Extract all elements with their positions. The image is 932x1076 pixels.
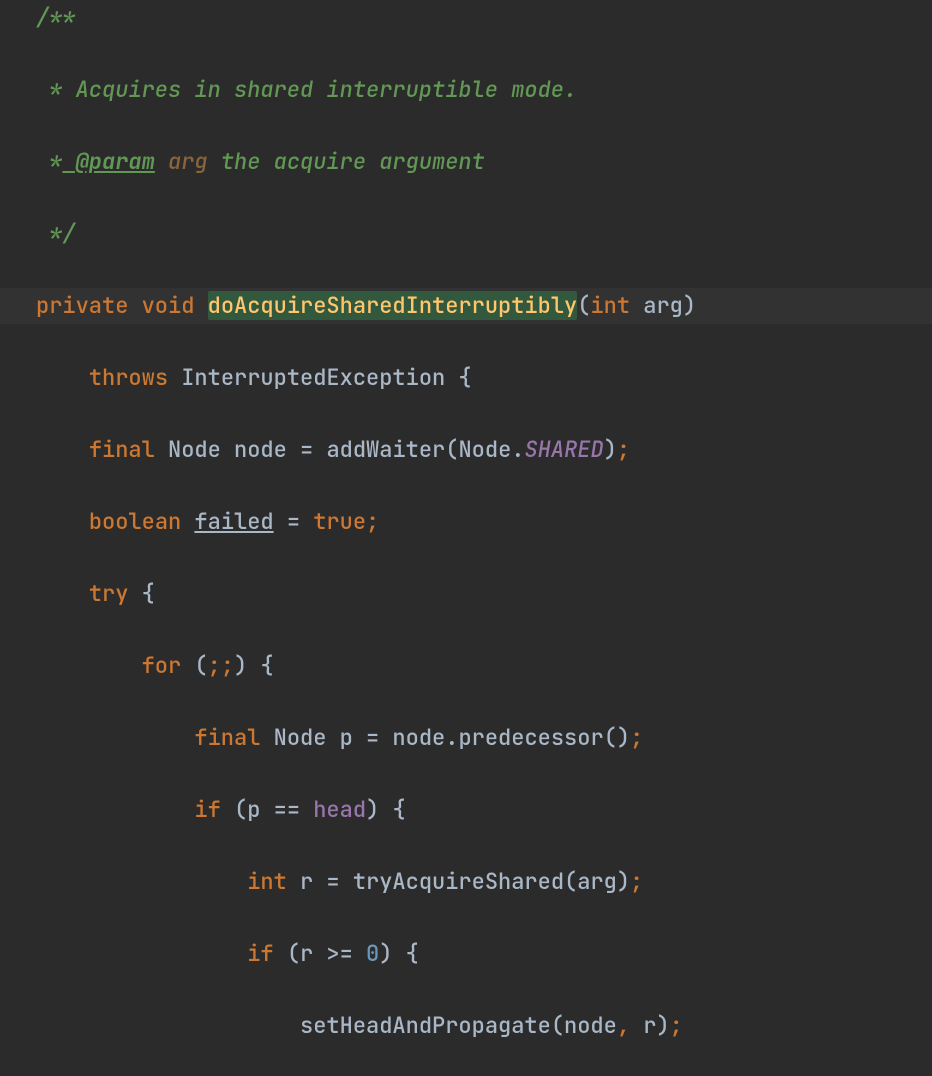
type-node: Node xyxy=(260,723,339,752)
type-node: Node xyxy=(155,435,234,464)
javadoc-param-desc: the acquire argument xyxy=(208,147,485,176)
javadoc-tag-param: @param xyxy=(62,147,154,176)
ref-r: r xyxy=(300,939,326,968)
var-node: node xyxy=(234,435,300,464)
throws-type: InterruptedException xyxy=(168,363,458,392)
sp xyxy=(247,651,260,680)
semi: ; xyxy=(630,867,643,896)
brace-open: { xyxy=(458,363,471,392)
paren-open: ( xyxy=(604,723,617,752)
op-assign: = xyxy=(366,723,379,752)
semi: ; xyxy=(630,723,643,752)
ref-p: p xyxy=(247,795,273,824)
paren-open: ( xyxy=(194,651,207,680)
num-zero: 0 xyxy=(366,939,379,968)
sp xyxy=(300,507,313,536)
call-setheadandpropagate: setHeadAndPropagate xyxy=(300,1011,551,1040)
sp xyxy=(300,795,313,824)
ref-r: r xyxy=(643,1011,656,1040)
kw-throws: throws xyxy=(89,363,168,392)
sp xyxy=(274,507,287,536)
javadoc-close: */ xyxy=(36,219,76,248)
comma: , xyxy=(617,1011,630,1040)
op-assign: = xyxy=(326,867,339,896)
var-failed: failed xyxy=(194,507,273,536)
ref-node: node xyxy=(379,723,445,752)
kw-for: for xyxy=(142,651,182,680)
sp xyxy=(181,651,194,680)
paren-close: ) xyxy=(617,723,630,752)
kw-void: void xyxy=(142,291,195,320)
sp xyxy=(392,939,405,968)
dot: . xyxy=(511,435,524,464)
javadoc-star: * xyxy=(36,147,62,176)
sp xyxy=(379,795,392,824)
paren-close: ) xyxy=(656,1011,669,1040)
paren-open: ( xyxy=(564,867,577,896)
type-int: int xyxy=(247,867,287,896)
kw-boolean: boolean xyxy=(89,507,181,536)
op-assign: = xyxy=(300,435,313,464)
param-arg: arg xyxy=(630,291,683,320)
var-r: r xyxy=(287,867,327,896)
semi: ; xyxy=(670,1011,683,1040)
paren-open: ( xyxy=(551,1011,564,1040)
ref-arg: arg xyxy=(577,867,617,896)
brace-open: { xyxy=(392,795,405,824)
semi: ; xyxy=(208,651,221,680)
brace-open: { xyxy=(260,651,273,680)
ref-node: node xyxy=(564,1011,617,1040)
semi: ; xyxy=(221,651,234,680)
sp xyxy=(274,939,287,968)
javadoc-star: * xyxy=(36,75,62,104)
paren-close: ) xyxy=(604,435,617,464)
static-shared: SHARED xyxy=(524,435,603,464)
semi: ; xyxy=(617,435,630,464)
op-ge: >= xyxy=(326,939,352,968)
qual-node: Node xyxy=(458,435,511,464)
brace-open: { xyxy=(406,939,419,968)
kw-true: true xyxy=(313,507,366,536)
paren-open: ( xyxy=(234,795,247,824)
paren-close: ) xyxy=(617,867,630,896)
paren-close: ) xyxy=(683,291,696,320)
field-head: head xyxy=(313,795,366,824)
kw-if: if xyxy=(247,939,273,968)
paren-close: ) xyxy=(366,795,379,824)
method-name: doAcquireSharedInterruptibly xyxy=(208,291,578,320)
paren-close: ) xyxy=(379,939,392,968)
type-int: int xyxy=(590,291,630,320)
var-p: p xyxy=(340,723,366,752)
code-editor[interactable]: /** * Acquires in shared interruptible m… xyxy=(0,0,932,1076)
kw-final: final xyxy=(194,723,260,752)
kw-if: if xyxy=(194,795,220,824)
kw-final: final xyxy=(89,435,155,464)
javadoc-open: /** xyxy=(36,3,76,32)
op-assign: = xyxy=(287,507,300,536)
javadoc-param-name: arg xyxy=(155,147,208,176)
kw-try: try xyxy=(89,579,129,608)
sp xyxy=(353,939,366,968)
paren-close: ) xyxy=(234,651,247,680)
sp xyxy=(181,507,194,536)
semi: ; xyxy=(366,507,379,536)
paren-open: ( xyxy=(287,939,300,968)
kw-private: private xyxy=(36,291,128,320)
call-predecessor: predecessor xyxy=(458,723,603,752)
op-eq: == xyxy=(274,795,300,824)
call-tryacquireshared: tryAcquireShared xyxy=(340,867,564,896)
paren-open: ( xyxy=(445,435,458,464)
javadoc-desc: Acquires in shared interruptible mode. xyxy=(62,75,577,104)
brace-open: { xyxy=(142,579,155,608)
paren-open: ( xyxy=(577,291,590,320)
sp xyxy=(128,579,141,608)
sp xyxy=(630,1011,643,1040)
sp xyxy=(221,795,234,824)
dot: . xyxy=(445,723,458,752)
call-addwaiter: addWaiter xyxy=(313,435,445,464)
